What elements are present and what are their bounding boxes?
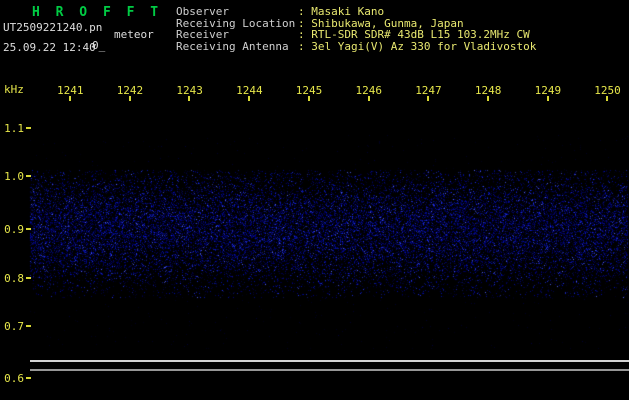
info-value: : 3el Yagi(V) Az 330 for Vladivostok	[298, 39, 537, 53]
y-tick-label: 0.6	[4, 372, 24, 385]
x-tick-mark	[486, 96, 489, 101]
x-tick-mark	[248, 96, 251, 101]
y-tick-label: 1.1	[4, 122, 24, 135]
signal-level-baseline-lower	[30, 369, 629, 371]
header-info-row: Receiving Antenna : 3el Yagi(V) Az 330 fo…	[176, 41, 536, 52]
x-tick-mark	[128, 96, 131, 101]
info-label: Observer	[176, 5, 229, 18]
x-tick-mark	[188, 96, 191, 101]
info-label: Receiving Antenna	[176, 39, 289, 53]
header-info-row: Observer: Masaki Kano	[176, 6, 384, 17]
x-tick-mark	[546, 96, 549, 101]
filename-text: UT2509221240.pn	[3, 21, 103, 34]
y-tick-label: 1.0	[4, 170, 24, 183]
x-tick-mark	[367, 96, 370, 101]
y-tick-mark	[26, 175, 31, 177]
datetime-text: 25.09.22 12:40	[3, 41, 96, 54]
station-label: meteor	[114, 28, 154, 41]
x-tick-mark	[606, 96, 609, 101]
y-tick-mark	[26, 377, 31, 379]
y-tick-label: 0.8	[4, 272, 24, 285]
info-label: Receiver	[176, 28, 229, 41]
y-tick-mark	[26, 228, 31, 230]
y-axis-unit: kHz	[4, 83, 24, 96]
signal-level-baseline-upper	[30, 360, 629, 362]
info-label: Receiving Location	[176, 16, 296, 30]
y-tick-label: 0.9	[4, 223, 24, 236]
x-tick-mark	[69, 96, 71, 101]
y-tick-mark	[26, 325, 31, 327]
app-title: H R O F F T	[32, 5, 163, 20]
y-tick-mark	[26, 127, 31, 129]
y-tick-label: 0.7	[4, 320, 24, 333]
hrofft-spectrogram-screen: H R O F F T UT2509221240.pn meteor 25.09…	[0, 0, 629, 400]
x-tick-mark	[307, 96, 310, 101]
echo-counter: 0_	[92, 39, 106, 52]
header-info-row: Receiving Location: Shibukawa, Gunma, Ja…	[176, 18, 464, 29]
x-tick-mark	[427, 96, 430, 101]
spectrogram-canvas	[0, 0, 629, 400]
y-tick-mark	[26, 277, 31, 279]
header-info-row: Receiver: RTL-SDR SDR# 43dB L15 103.2MHz…	[176, 29, 530, 40]
